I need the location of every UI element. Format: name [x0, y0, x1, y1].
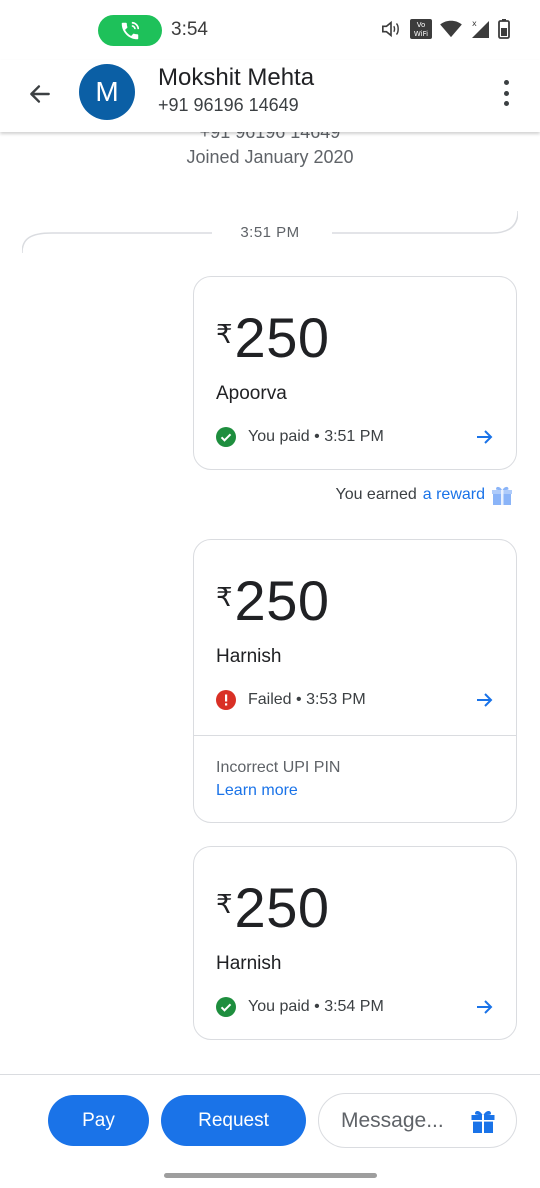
error-icon [216, 690, 236, 710]
status-bar: 3:54 Vo WiFi x [0, 0, 540, 60]
recipient-name: Apoorva [216, 383, 287, 404]
arrow-right-icon [477, 1000, 493, 1014]
message-input[interactable]: Message... [318, 1093, 517, 1148]
more-dot [503, 80, 509, 85]
vowifi-icon: Vo WiFi [410, 19, 432, 39]
reward-message: You earned a reward [335, 484, 513, 506]
message-placeholder: Message... [341, 1108, 444, 1132]
avatar[interactable]: M [79, 64, 135, 120]
details-arrow-button[interactable] [474, 997, 494, 1022]
payment-amount: ₹ 250 [216, 305, 329, 370]
svg-text:WiFi: WiFi [414, 30, 428, 38]
recipient-name: Harnish [216, 953, 282, 974]
ongoing-call-indicator[interactable] [98, 15, 162, 46]
gift-icon[interactable] [470, 1108, 496, 1134]
learn-more-link[interactable]: Learn more [216, 782, 298, 800]
amount-value: 250 [234, 569, 330, 632]
wifi-icon [440, 20, 462, 38]
reward-link[interactable]: a reward [423, 486, 485, 504]
back-arrow-icon [30, 85, 50, 103]
contact-phone: +91 96196 14649 [158, 95, 299, 115]
payment-status: You paid • 3:51 PM [216, 427, 384, 447]
reward-prefix: You earned [335, 486, 417, 503]
currency-symbol: ₹ [216, 889, 233, 919]
time-separator: 3:51 PM [240, 224, 300, 241]
more-options-button[interactable] [494, 78, 518, 108]
payment-card[interactable]: ₹ 250 Harnish You paid • 3:54 PM [193, 846, 517, 1040]
chat-header: M Mokshit Mehta +91 96196 14649 [0, 60, 540, 132]
arrow-right-icon [477, 430, 493, 444]
phone-call-icon [121, 21, 140, 39]
check-circle-icon [216, 997, 236, 1017]
speaker-icon [382, 20, 399, 38]
status-text: Failed • 3:53 PM [248, 691, 366, 708]
currency-symbol: ₹ [216, 582, 233, 612]
status-text: You paid • 3:54 PM [248, 998, 384, 1015]
cellular-signal-icon: x [472, 19, 489, 38]
more-dot [503, 90, 509, 96]
home-indicator[interactable] [164, 1173, 377, 1178]
svg-text:Vo: Vo [417, 21, 426, 29]
pay-button[interactable]: Pay [48, 1095, 149, 1146]
recipient-name: Harnish [216, 646, 282, 667]
request-button[interactable]: Request [161, 1095, 306, 1146]
back-button[interactable] [24, 78, 56, 110]
payment-status: You paid • 3:54 PM [216, 997, 384, 1017]
arrow-right-icon [477, 693, 493, 707]
payment-amount: ₹ 250 [216, 875, 329, 940]
amount-value: 250 [234, 306, 330, 369]
gift-icon [492, 486, 512, 505]
payment-amount: ₹ 250 [216, 568, 329, 633]
details-arrow-button[interactable] [474, 427, 494, 452]
bottom-divider [0, 1074, 540, 1075]
payment-status: Failed • 3:53 PM [216, 690, 366, 710]
check-circle-icon [216, 427, 236, 447]
payment-card-failed[interactable]: ₹ 250 Harnish Failed • 3:53 PM Incorrect… [193, 539, 517, 823]
more-dot [503, 101, 509, 106]
status-time: 3:54 [171, 19, 208, 40]
details-arrow-button[interactable] [474, 690, 494, 715]
battery-icon [498, 19, 510, 39]
payment-card[interactable]: ₹ 250 Apoorva You paid • 3:51 PM [193, 276, 517, 470]
status-text: You paid • 3:51 PM [248, 428, 384, 445]
joined-date: Joined January 2020 [186, 147, 354, 167]
status-icons: Vo WiFi x [380, 19, 510, 39]
svg-text:x: x [472, 19, 477, 28]
amount-value: 250 [234, 876, 330, 939]
contact-name[interactable]: Mokshit Mehta [158, 64, 314, 92]
card-divider [194, 735, 516, 736]
currency-symbol: ₹ [216, 319, 233, 349]
failure-reason: Incorrect UPI PIN [216, 759, 341, 776]
